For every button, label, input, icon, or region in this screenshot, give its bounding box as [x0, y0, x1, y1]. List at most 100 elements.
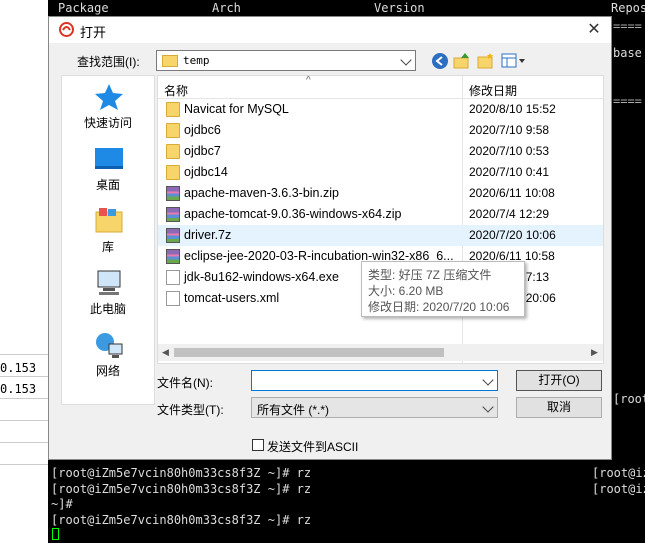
tooltip-type: 类型: 好压 7Z 压缩文件: [368, 268, 492, 282]
archive-icon: [166, 249, 180, 264]
up-folder-button[interactable]: [453, 52, 471, 70]
folder-icon: [162, 55, 178, 67]
send-ascii-label: 发送文件到ASCII: [267, 440, 359, 454]
desktop-icon: [95, 148, 123, 169]
lookin-label: 查找范围(I):: [77, 55, 140, 69]
app-logo-icon: [59, 22, 74, 37]
tooltip-modified: 修改日期: 2020/7/20 10:06: [368, 300, 510, 314]
terminal-col-package: Package: [58, 1, 109, 15]
filename-input[interactable]: [251, 370, 498, 391]
file-date: 2020/7/20 10:06: [469, 228, 556, 242]
new-folder-button[interactable]: [477, 52, 495, 70]
lookin-value: temp: [183, 54, 210, 67]
left-value-1: 0.153: [0, 361, 37, 375]
file-row[interactable]: apache-maven-3.6.3-bin.zip 2020/6/11 10:0…: [158, 183, 603, 204]
place-quick-access[interactable]: 快速访问: [62, 76, 154, 136]
dialog-title: 打开: [80, 25, 107, 40]
place-label: 库: [101, 240, 114, 254]
document-icon: [166, 291, 180, 306]
file-name: ojdbc6: [184, 123, 221, 137]
scroll-left-icon[interactable]: ◀: [162, 347, 169, 358]
place-this-pc[interactable]: 此电脑: [62, 262, 154, 322]
view-menu-button[interactable]: [501, 52, 527, 70]
archive-icon: [166, 207, 180, 222]
place-library[interactable]: 库: [62, 200, 154, 260]
terminal-right-text: base: [613, 46, 642, 60]
terminal-header: Package Arch Version Repos: [48, 0, 645, 16]
terminal-col-repo: Repos: [611, 1, 645, 15]
file-date: 2020/7/10 0:53: [469, 144, 550, 158]
folder-icon: [166, 123, 180, 138]
file-name: ojdbc14: [184, 165, 228, 179]
terminal-right-region: base ==== ==== [root@iz: [612, 16, 645, 470]
back-button[interactable]: [431, 52, 449, 70]
file-name: jdk-8u162-windows-x64.exe: [184, 270, 339, 284]
cancel-button[interactable]: 取消: [516, 397, 602, 418]
chevron-down-icon: [400, 54, 412, 66]
sort-up-icon: ^: [306, 75, 311, 86]
scroll-right-icon[interactable]: ▶: [591, 347, 598, 358]
file-row[interactable]: ojdbc7 2020/7/10 0:53: [158, 141, 603, 162]
star-icon: [95, 84, 123, 110]
computer-icon: [97, 270, 121, 295]
close-icon: ✕: [587, 21, 601, 38]
file-name: apache-tomcat-9.0.36-windows-x64.zip: [184, 207, 402, 221]
file-list-header: ^ 名称 修改日期: [158, 76, 603, 99]
file-row[interactable]: Navicat for MySQL 2020/8/10 15:52: [158, 99, 603, 120]
place-network[interactable]: 网络: [62, 324, 154, 384]
horizontal-scrollbar[interactable]: ◀ ▶: [158, 344, 603, 361]
column-header-date[interactable]: 修改日期: [469, 82, 517, 99]
open-button[interactable]: 打开(O): [516, 370, 602, 391]
filetype-label: 文件类型(T):: [157, 403, 224, 417]
file-row[interactable]: ojdbc14 2020/7/10 0:41: [158, 162, 603, 183]
terminal-line: ~]#: [51, 497, 73, 511]
left-value-2: 0.153: [0, 382, 37, 396]
terminal-right-text: [root@iz: [592, 466, 645, 480]
close-button[interactable]: ✕: [585, 21, 603, 39]
send-ascii-checkbox[interactable]: [252, 439, 264, 451]
file-date: 2020/7/10 9:58: [469, 123, 550, 137]
file-row[interactable]: apache-tomcat-9.0.36-windows-x64.zip 2020…: [158, 204, 603, 225]
file-name: driver.7z: [184, 228, 232, 242]
library-icon: [95, 208, 123, 233]
file-name: tomcat-users.xml: [184, 291, 280, 305]
place-label: 桌面: [95, 178, 120, 192]
terminal-col-arch: Arch: [212, 1, 241, 15]
chevron-down-icon[interactable]: [482, 374, 494, 386]
file-date: 2020/7/10 0:41: [469, 165, 550, 179]
lookin-dropdown[interactable]: temp: [156, 50, 416, 71]
terminal-line: [root@iZm5e7vcin80h0m33cs8f3Z ~]# rz: [51, 482, 312, 496]
terminal-right-text: [root@iz: [592, 482, 645, 496]
file-row[interactable]: ojdbc6 2020/7/10 9:58: [158, 120, 603, 141]
file-list: ^ 名称 修改日期 Navicat for MySQL 2020/8/10 15:…: [157, 75, 604, 364]
places-bar: 快速访问 桌面 库 此电脑 网络: [61, 75, 155, 405]
terminal-bottom: [root@iZm5e7vcin80h0m33cs8f3Z ~]# rz [ro…: [48, 460, 645, 543]
file-row[interactable]: driver.7z 2020/7/20 10:06: [158, 225, 603, 246]
folder-icon: [166, 144, 180, 159]
file-date: 2020/6/11 10:08: [469, 186, 555, 200]
archive-icon: [166, 228, 180, 243]
place-label: 此电脑: [89, 302, 126, 316]
file-name: apache-maven-3.6.3-bin.zip: [184, 186, 339, 200]
terminal-line: [root@iZm5e7vcin80h0m33cs8f3Z ~]# rz: [51, 466, 312, 480]
place-label: 快速访问: [83, 116, 132, 130]
scrollbar-thumb[interactable]: [174, 348, 444, 357]
network-icon: [96, 333, 123, 358]
file-tooltip: 类型: 好压 7Z 压缩文件 大小: 6.20 MB 修改日期: 2020/7/…: [361, 261, 525, 317]
java-exe-icon: [166, 270, 180, 285]
file-date: 2020/7/4 12:29: [469, 207, 550, 221]
terminal-right-text: [root@iz: [613, 392, 645, 406]
filetype-value: 所有文件 (*.*): [257, 403, 330, 417]
column-header-name[interactable]: 名称: [164, 82, 188, 99]
background-window-left: 0.153 0.153: [0, 0, 48, 543]
file-date: 2020/8/10 15:52: [469, 102, 556, 116]
folder-icon: [166, 102, 180, 117]
place-desktop[interactable]: 桌面: [62, 138, 154, 198]
dialog-titlebar[interactable]: 打开 ✕: [49, 17, 611, 43]
place-label: 网络: [95, 364, 120, 378]
tooltip-size: 大小: 6.20 MB: [368, 284, 444, 298]
terminal-right-text: ====: [613, 19, 642, 33]
filetype-dropdown[interactable]: 所有文件 (*.*): [251, 397, 498, 418]
file-name: ojdbc7: [184, 144, 221, 158]
terminal-right-text: ====: [613, 94, 642, 108]
